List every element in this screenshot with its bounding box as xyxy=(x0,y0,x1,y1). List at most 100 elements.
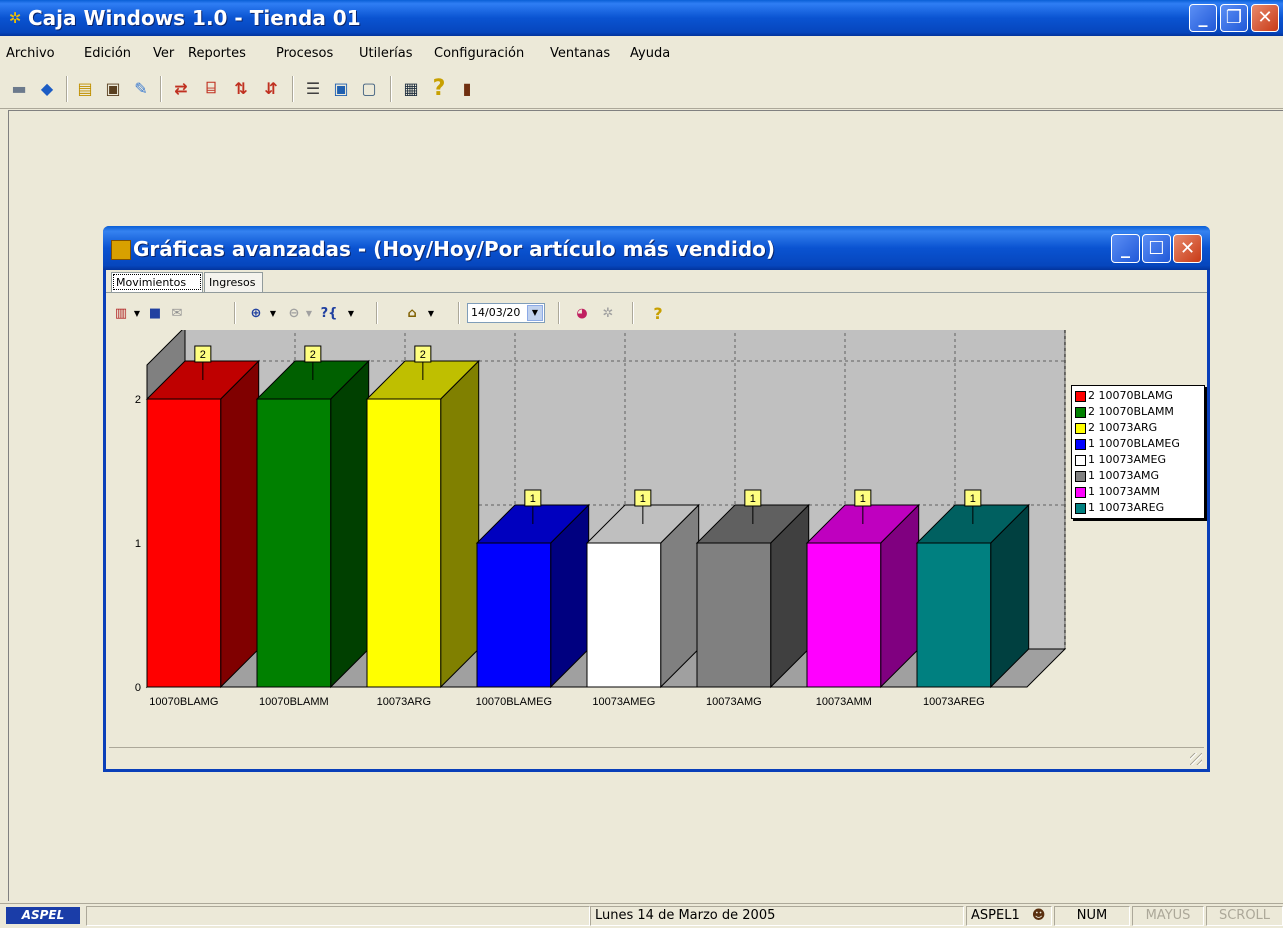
child-title: Gráficas avanzadas - (Hoy/Hoy/Por artícu… xyxy=(133,237,776,261)
network-icon[interactable]: ▣ xyxy=(330,77,352,99)
legend-swatch xyxy=(1075,422,1086,434)
bar-side xyxy=(440,359,480,689)
date-dropdown[interactable]: 14/03/20 ▼ xyxy=(467,303,545,323)
save-icon[interactable]: ■ xyxy=(146,304,164,322)
data-label: 1 xyxy=(860,493,866,505)
menu-ver[interactable]: Ver xyxy=(153,46,174,61)
open-drawer-icon[interactable]: ▬ xyxy=(8,77,30,99)
status-scroll: SCROLL xyxy=(1206,906,1283,926)
properties-icon[interactable]: ✲ xyxy=(598,304,618,322)
legend-swatch xyxy=(1075,502,1086,514)
child-maximize-button[interactable]: ☐ xyxy=(1142,234,1171,263)
legend-entry: 1 10073AMM xyxy=(1075,484,1204,500)
legend-entry: 2 10070BLAMM xyxy=(1075,404,1204,420)
data-label: 1 xyxy=(530,493,536,505)
products-icon[interactable]: ▤ xyxy=(74,77,96,99)
toolbar-separator xyxy=(160,76,162,102)
data-label: 1 xyxy=(640,493,646,505)
menu-procesos[interactable]: Procesos xyxy=(276,46,333,61)
exit-icon[interactable]: ▮ xyxy=(456,77,478,99)
chevron-down-icon[interactable]: ▼ xyxy=(527,305,543,321)
child-close-button[interactable]: ✕ xyxy=(1173,234,1202,263)
toolbar-separator xyxy=(632,302,634,324)
data-label: 2 xyxy=(420,349,426,361)
cashier-icon[interactable]: ◆ xyxy=(36,77,58,99)
help-icon[interactable]: ? xyxy=(650,304,666,323)
status-mayus: MAYUS xyxy=(1132,906,1204,926)
toolbar-separator xyxy=(390,76,392,102)
mail-icon[interactable]: ✉ xyxy=(168,304,186,322)
deposit-icon[interactable]: ⇵ xyxy=(260,77,282,99)
menu-reportes[interactable]: Reportes xyxy=(188,46,246,61)
toolbar-separator xyxy=(66,76,68,102)
store-icon[interactable]: ⌂ xyxy=(402,304,422,322)
minimize-button[interactable]: _ xyxy=(1189,4,1217,32)
zoom-in-icon[interactable]: ⊕ xyxy=(248,304,264,322)
zoom-out-icon[interactable]: ⊖ xyxy=(286,304,302,322)
legend-label: 1 10073AMG xyxy=(1088,469,1160,482)
menu-edicion[interactable]: Edición xyxy=(84,46,131,61)
toolbar-separator xyxy=(458,302,460,324)
bar-chart: 0 1 2 2 10070BLAMG 2 10070BLAMM 2 10073ARG 1 10070… xyxy=(135,330,1067,708)
bar xyxy=(806,542,882,688)
data-label: 1 xyxy=(970,493,976,505)
chart-legend: 2 10070BLAMG 2 10070BLAMM 2 10073ARG 1 1007… xyxy=(1071,385,1205,519)
status-panel-message xyxy=(86,906,590,926)
data-query-icon[interactable]: ?{ xyxy=(318,304,340,322)
child-title-bar[interactable]: Gráficas avanzadas - (Hoy/Hoy/Por artícu… xyxy=(103,226,1210,270)
menu-ventanas[interactable]: Ventanas xyxy=(550,46,610,61)
advanced-charts-window: Gráficas avanzadas - (Hoy/Hoy/Por artícu… xyxy=(103,226,1210,772)
chevron-down-icon[interactable]: ▼ xyxy=(268,304,278,322)
x-tick-label: 10073AREG xyxy=(923,696,985,708)
clients-icon[interactable]: ▣ xyxy=(102,77,124,99)
y-tick-label: 0 xyxy=(135,682,141,694)
legend-label: 2 10073ARG xyxy=(1088,421,1158,434)
chevron-down-icon[interactable]: ▼ xyxy=(304,304,314,322)
status-num: NUM xyxy=(1054,906,1130,926)
restore-button[interactable]: ❐ xyxy=(1220,4,1248,32)
edit-icon[interactable]: ✎ xyxy=(130,77,152,99)
x-tick-label: 10070BLAMEG xyxy=(476,696,552,708)
list-icon[interactable]: ☰ xyxy=(302,77,324,99)
app-title-bar[interactable]: ✲ Caja Windows 1.0 - Tienda 01 _ ❐ ✕ xyxy=(0,0,1283,36)
sae-caja-icon[interactable]: ⌸ xyxy=(200,77,222,99)
chart-type-icon[interactable]: ▥ xyxy=(112,304,130,322)
bar xyxy=(696,542,772,688)
aspel-logo: ASPEL xyxy=(6,907,80,924)
legend-entry: 2 10070BLAMG xyxy=(1075,388,1204,404)
palette-icon[interactable]: ◕ xyxy=(572,304,592,322)
tab-ingresos[interactable]: Ingresos xyxy=(204,272,263,292)
x-tick-label: 10073AMG xyxy=(706,696,762,708)
chevron-down-icon[interactable]: ▼ xyxy=(426,304,436,322)
close-button[interactable]: ✕ xyxy=(1251,4,1279,32)
child-minimize-button[interactable]: _ xyxy=(1111,234,1140,263)
withdrawal-icon[interactable]: ⇅ xyxy=(230,77,252,99)
app-icon[interactable]: ✲ xyxy=(6,9,24,27)
user-icon: ☻ xyxy=(1031,908,1046,923)
chevron-down-icon[interactable]: ▼ xyxy=(346,304,356,322)
bar xyxy=(586,542,662,688)
legend-swatch xyxy=(1075,454,1086,466)
menu-configuracion[interactable]: Configuración xyxy=(434,46,524,61)
x-tick-label: 10073AMEG xyxy=(592,696,655,708)
resize-grip[interactable] xyxy=(1190,753,1202,765)
monitor-icon[interactable]: ▢ xyxy=(358,77,380,99)
calculator-icon[interactable]: ▦ xyxy=(400,77,422,99)
chevron-down-icon[interactable]: ▼ xyxy=(132,304,142,322)
tab-movimientos[interactable]: Movimientos xyxy=(111,272,203,292)
status-user-label: ASPEL1 xyxy=(971,908,1020,923)
legend-entry: 1 10073AMG xyxy=(1075,468,1204,484)
menu-archivo[interactable]: Archivo xyxy=(6,46,55,61)
toolbar-separator xyxy=(376,302,378,324)
menu-bar: Archivo Edición Ver Reportes Procesos Ut… xyxy=(0,37,1283,65)
date-value: 14/03/20 xyxy=(471,306,521,319)
menu-utilerias[interactable]: Utilerías xyxy=(359,46,413,61)
help-icon[interactable]: ? xyxy=(428,76,450,101)
app-title: Caja Windows 1.0 - Tienda 01 xyxy=(28,6,361,30)
y-tick-label: 1 xyxy=(135,538,141,550)
sale-icon[interactable]: ⇄ xyxy=(170,77,192,99)
toolbar-separator xyxy=(292,76,294,102)
menu-ayuda[interactable]: Ayuda xyxy=(630,46,670,61)
legend-label: 1 10073AMM xyxy=(1088,485,1160,498)
legend-swatch xyxy=(1075,406,1086,418)
